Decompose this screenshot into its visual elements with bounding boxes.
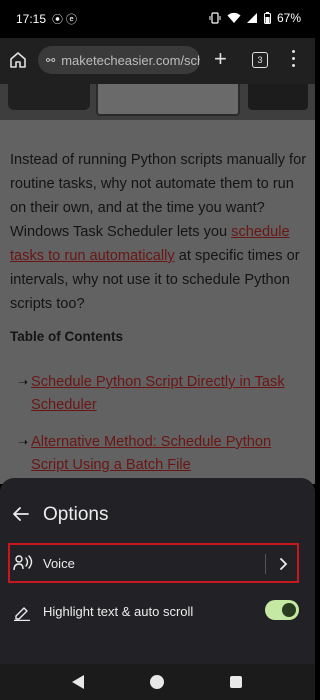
battery-percent: 67% — [276, 11, 301, 25]
url-bar[interactable]: ⚯ maketecheasier.com/sch — [38, 46, 200, 74]
highlight-toggle[interactable] — [265, 600, 299, 620]
voice-label: Voice — [43, 556, 75, 571]
tab-switcher-button[interactable]: 3 — [252, 52, 268, 68]
nav-recents-icon[interactable] — [230, 676, 242, 688]
article-hero-image — [0, 84, 315, 120]
chevron-right-icon[interactable] — [278, 558, 288, 570]
system-nav-bar — [0, 664, 315, 700]
url-text: maketecheasier.com/sch — [61, 52, 200, 68]
highlight-pen-icon — [14, 607, 30, 621]
options-title: Options — [43, 504, 109, 525]
tune-icon[interactable]: ⚯ — [46, 54, 55, 67]
toggle-knob — [282, 603, 296, 617]
article-intro-paragraph: Instead of running Python scripts manual… — [10, 152, 307, 312]
browser-toolbar: ⚯ maketecheasier.com/sch + 3 — [0, 38, 315, 84]
new-tab-button[interactable]: + — [214, 48, 227, 70]
voice-option[interactable]: Voice — [8, 543, 299, 583]
highlight-label: Highlight text & auto scroll — [43, 604, 194, 619]
toc-link[interactable]: Alternative Method: Schedule Python Scri… — [31, 431, 303, 477]
battery-icon — [263, 12, 271, 24]
system-icons: 67% — [209, 11, 301, 25]
divider — [265, 554, 266, 574]
toc-item[interactable]: ➝ Alternative Method: Schedule Python Sc… — [18, 431, 303, 477]
options-bottom-sheet: Options Voice Highlight text & auto scro… — [0, 478, 315, 664]
article-content: Instead of running Python scripts manual… — [0, 84, 315, 484]
signal-icon — [246, 13, 257, 23]
toc-item[interactable]: ➝ Schedule Python Script Directly in Tas… — [18, 371, 303, 417]
arrow-right-icon: ➝ — [18, 435, 29, 449]
notification-icons: ⦿ ⓔ — [52, 14, 78, 26]
toc-heading: Table of Contents — [10, 329, 123, 344]
voice-icon — [13, 555, 33, 571]
wifi-icon — [227, 12, 241, 23]
toc-link[interactable]: Schedule Python Script Directly in Task … — [31, 371, 303, 417]
arrow-right-icon: ➝ — [18, 375, 29, 389]
clock: 17:15 — [16, 12, 47, 26]
home-icon[interactable] — [8, 50, 28, 70]
nav-home-icon[interactable] — [150, 675, 164, 689]
more-vert-icon[interactable] — [292, 50, 296, 71]
status-bar: 17:15 ⦿ ⓔ 67% — [0, 0, 315, 38]
vibrate-icon — [209, 12, 221, 24]
arrow-back-icon[interactable] — [11, 504, 31, 524]
nav-back-icon[interactable] — [72, 675, 84, 689]
